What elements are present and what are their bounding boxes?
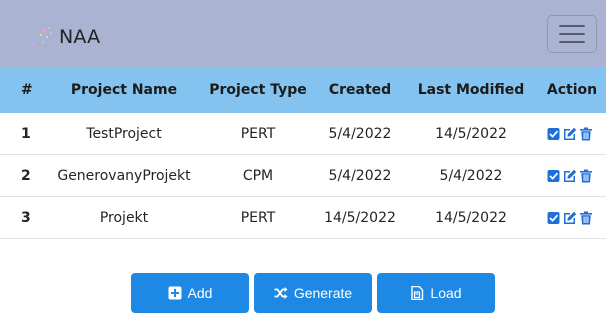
project-name: TestProject xyxy=(86,125,162,142)
last-modified-date: 5/4/2022 xyxy=(439,167,503,184)
edit-icon[interactable] xyxy=(563,211,577,225)
add-button[interactable]: Add xyxy=(131,273,249,313)
check-square-icon[interactable] xyxy=(547,169,561,183)
row-actions xyxy=(534,127,606,141)
created-date: 14/5/2022 xyxy=(324,209,396,226)
projects-table: # Project Name Project Type Created Last… xyxy=(0,67,606,239)
trash-icon[interactable] xyxy=(579,169,593,183)
row-actions xyxy=(534,211,606,225)
row-actions xyxy=(534,169,606,183)
header-action: Action xyxy=(546,82,598,98)
header-project-name: Project Name xyxy=(70,82,178,98)
trash-icon[interactable] xyxy=(579,127,593,141)
table-row: 3 Projekt PERT 14/5/2022 14/5/2022 xyxy=(0,197,606,239)
header-created: Created xyxy=(328,82,392,98)
header-project-type: Project Type xyxy=(209,82,307,98)
row-number: 3 xyxy=(21,209,31,226)
table-row: 2 GenerovanyProjekt CPM 5/4/2022 5/4/202… xyxy=(0,155,606,197)
project-type: PERT xyxy=(240,209,276,226)
header-last-modified: Last Modified xyxy=(417,82,525,98)
row-number: 1 xyxy=(21,125,31,142)
project-type: PERT xyxy=(240,125,276,142)
navbar: NAA xyxy=(0,0,606,67)
brand-logo-icon xyxy=(29,26,52,49)
project-name: Projekt xyxy=(99,209,149,226)
brand-name: NAA xyxy=(59,26,101,48)
check-square-icon[interactable] xyxy=(547,211,561,225)
header-number: # xyxy=(21,82,33,98)
created-date: 5/4/2022 xyxy=(328,167,392,184)
created-date: 5/4/2022 xyxy=(328,125,392,142)
shuffle-icon xyxy=(274,287,288,299)
edit-icon[interactable] xyxy=(563,127,577,141)
project-name: GenerovanyProjekt xyxy=(57,167,191,184)
action-buttons: Add Generate Load xyxy=(0,273,606,313)
edit-icon[interactable] xyxy=(563,169,577,183)
row-number: 2 xyxy=(21,167,31,184)
trash-icon[interactable] xyxy=(579,211,593,225)
check-square-icon[interactable] xyxy=(547,127,561,141)
plus-square-icon xyxy=(168,286,182,300)
brand[interactable]: NAA xyxy=(20,22,100,52)
table-header: # Project Name Project Type Created Last… xyxy=(0,67,606,113)
navbar-toggler-button[interactable] xyxy=(547,15,597,53)
add-button-label: Add xyxy=(187,285,213,301)
table-row: 1 TestProject PERT 5/4/2022 14/5/2022 xyxy=(0,113,606,155)
file-load-icon xyxy=(411,286,424,300)
last-modified-date: 14/5/2022 xyxy=(435,209,507,226)
last-modified-date: 14/5/2022 xyxy=(435,125,507,142)
load-button[interactable]: Load xyxy=(377,273,495,313)
generate-button-label: Generate xyxy=(293,285,353,301)
generate-button[interactable]: Generate xyxy=(254,273,372,313)
project-type: CPM xyxy=(242,167,274,184)
load-button-label: Load xyxy=(430,285,462,301)
hamburger-menu-icon xyxy=(559,25,585,27)
